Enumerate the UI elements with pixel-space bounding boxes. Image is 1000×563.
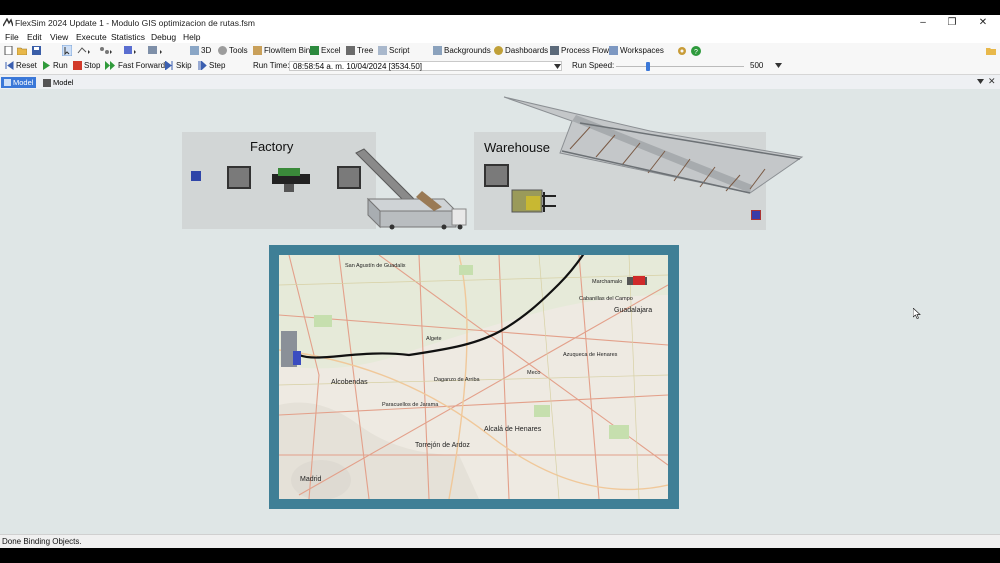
settings-gear-icon[interactable] (677, 46, 687, 56)
dashboards-icon (494, 46, 503, 55)
map-label-marchamalo: Marchamalo (592, 279, 623, 285)
map-label-azuqueca: Azuqueca de Henares (563, 352, 618, 358)
truck-conveyor[interactable] (352, 147, 472, 231)
reset-icon (5, 61, 14, 70)
step-icon (198, 61, 207, 70)
skip-button[interactable]: Skip (165, 60, 192, 71)
map-label-alcala: Alcalá de Henares (484, 426, 542, 433)
storage-rack[interactable] (500, 93, 805, 195)
main-toolbar: 3D Tools FlowItem Bin Excel Tree Script … (0, 43, 1000, 59)
tab-list-dropdown-icon[interactable] (977, 79, 984, 84)
cube-icon (190, 46, 199, 55)
menu-view[interactable]: View (50, 32, 68, 42)
script-button[interactable]: Script (378, 45, 409, 56)
warehouse-sink[interactable] (751, 210, 761, 220)
map-label-algete: Algete (426, 336, 442, 342)
flowitem-bin-icon (253, 46, 262, 55)
map-label-cabanillas: Cabanillas del Campo (579, 296, 633, 302)
close-icon[interactable]: ✕ (976, 17, 990, 29)
window-title: FlexSim 2024 Update 1 - Modulo GIS optim… (15, 18, 255, 28)
map-label-torrejon: Torrejón de Ardoz (415, 442, 470, 449)
menu-execute[interactable]: Execute (76, 32, 107, 42)
menu-statistics[interactable]: Statistics (111, 32, 145, 42)
model-3d-view[interactable]: Factory Warehouse San Agustín de Guadali… (0, 89, 1000, 534)
menu-file[interactable]: File (5, 32, 19, 42)
workspaces-icon (609, 46, 618, 55)
dashboards-button[interactable]: Dashboards (494, 45, 548, 56)
run-speed-slider-track[interactable] (616, 66, 744, 67)
view-3d-button[interactable]: 3D (190, 45, 211, 56)
menu-bar: File Edit View Execute Statistics Debug … (0, 31, 1000, 43)
excel-button[interactable]: Excel (310, 45, 341, 56)
map-label-paracuellos: Paracuellos de Jarama (382, 402, 439, 408)
minimize-icon[interactable]: – (916, 17, 930, 29)
process-flow-button[interactable]: Process Flow (550, 45, 609, 56)
run-speed-value: 500 (750, 61, 764, 70)
step-button[interactable]: Step (198, 60, 225, 71)
menu-debug[interactable]: Debug (151, 32, 176, 42)
reset-button[interactable]: Reset (5, 60, 37, 71)
tree-button[interactable]: Tree (346, 45, 373, 56)
network-icon[interactable] (99, 46, 113, 55)
menu-help[interactable]: Help (183, 32, 200, 42)
skip-icon (165, 61, 173, 70)
map-label-daganzo: Daganzo de Arriba (434, 377, 480, 383)
new-file-icon[interactable] (4, 46, 13, 55)
backgrounds-button[interactable]: Backgrounds (433, 45, 491, 56)
run-speed-slider-thumb[interactable] (646, 62, 650, 71)
panel-toggle-icon[interactable] (986, 46, 996, 55)
map-label-madrid: Madrid (300, 476, 322, 483)
process-flow-tab-icon (43, 78, 51, 87)
run-speed-dropdown-icon[interactable] (775, 63, 782, 68)
wrench-icon (218, 46, 227, 55)
run-time-dropdown-icon[interactable] (554, 64, 561, 69)
menu-edit[interactable]: Edit (27, 32, 42, 42)
backgrounds-icon (433, 46, 442, 55)
stop-icon (73, 61, 82, 70)
tab-model-process[interactable]: Model (40, 77, 76, 88)
map-label-san-agustin: San Agustín de Guadalix (345, 263, 406, 269)
flowitem-bin-button[interactable]: FlowItem Bin (253, 45, 310, 56)
factory-label: Factory (250, 139, 294, 154)
title-bar: FlexSim 2024 Update 1 - Modulo GIS optim… (0, 15, 1000, 31)
svg-text:?: ? (694, 49, 698, 56)
map-label-alcobendas: Alcobendas (331, 379, 368, 386)
save-icon[interactable] (32, 46, 41, 55)
open-folder-icon[interactable] (17, 46, 27, 55)
excel-icon (310, 46, 319, 55)
document-tab-bar: Model Model ✕ (0, 75, 1000, 90)
tools-button[interactable]: Tools (218, 45, 248, 56)
color-shape-icon[interactable] (124, 46, 138, 55)
model-view-icon (4, 79, 11, 86)
tree-icon (346, 46, 355, 55)
layers-icon[interactable] (148, 46, 164, 55)
flexsim-logo-icon (3, 18, 13, 27)
factory-source[interactable] (191, 171, 201, 181)
mouse-cursor-icon (913, 308, 921, 319)
play-icon (43, 61, 50, 70)
run-time-label: Run Time: (253, 61, 290, 70)
run-button[interactable]: Run (42, 60, 68, 71)
tab-close-icon[interactable]: ✕ (988, 76, 996, 87)
restore-icon[interactable]: ❐ (945, 17, 959, 29)
fast-forward-button[interactable]: Fast Forward (105, 60, 165, 71)
help-icon[interactable]: ? (691, 46, 701, 56)
fast-forward-icon (105, 61, 115, 70)
process-flow-icon (550, 46, 559, 55)
workspaces-button[interactable]: Workspaces (609, 45, 664, 56)
stop-button[interactable]: Stop (73, 60, 100, 71)
connect-icon[interactable] (77, 46, 91, 55)
map-label-guadalajara: Guadalajara (614, 307, 653, 314)
map-label-meco: Meco (527, 370, 541, 376)
status-text: Done Binding Objects. (2, 537, 82, 546)
factory-processor[interactable] (268, 164, 314, 194)
status-bar: Done Binding Objects. (0, 534, 1000, 548)
tab-model-active[interactable]: Model (1, 77, 37, 88)
pointer-icon[interactable] (62, 45, 72, 56)
run-time-field[interactable]: 08:58:54 a. m. 10/04/2024 [3534.50] (289, 61, 562, 71)
run-speed-label: Run Speed: (572, 61, 615, 70)
script-icon (378, 46, 387, 55)
factory-queue[interactable] (227, 166, 251, 189)
